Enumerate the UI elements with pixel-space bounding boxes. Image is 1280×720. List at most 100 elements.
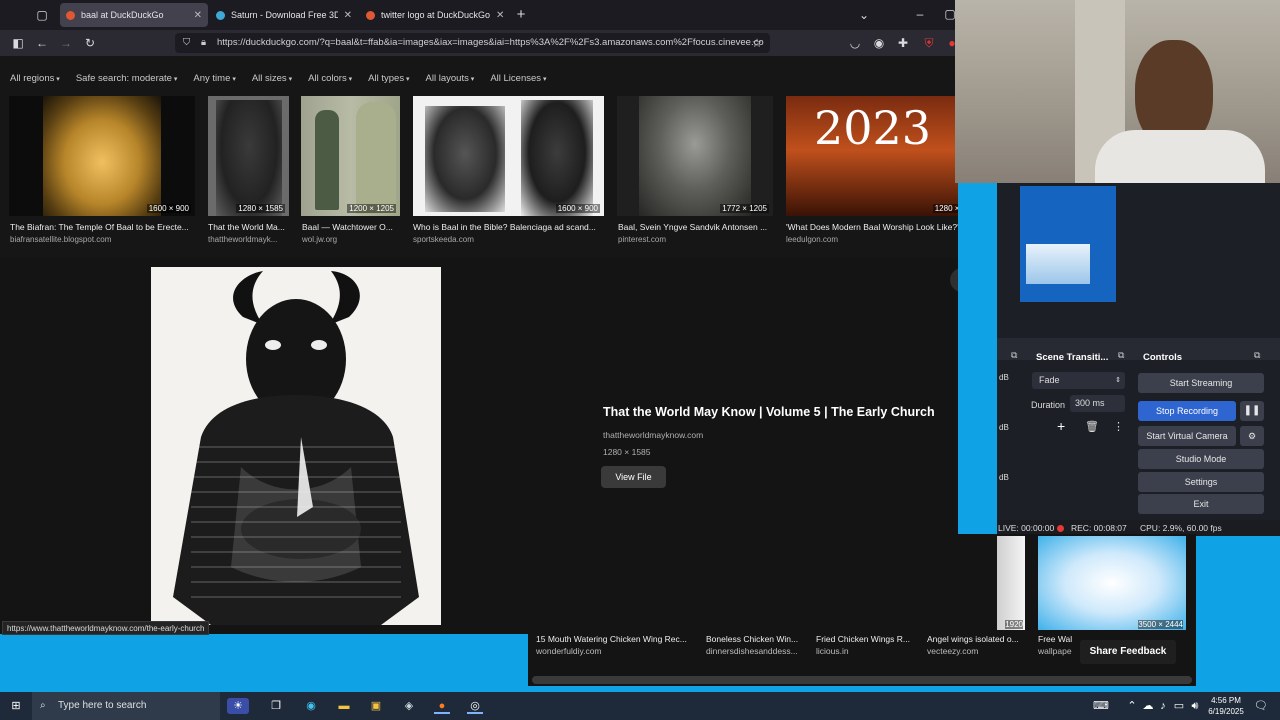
settings-button[interactable]: Settings bbox=[1138, 472, 1264, 492]
result-title[interactable]: Baal, Svein Yngve Sandvik Antonsen ... bbox=[618, 222, 767, 232]
angel-wings-thumb[interactable]: 3500 × 2444 bbox=[1038, 536, 1186, 630]
firefox-icon[interactable]: ● bbox=[434, 698, 450, 714]
result-caption[interactable]: Baal, Svein Yngve Sandvik Antonsen ... pi… bbox=[618, 222, 776, 244]
tab-saturn[interactable]: Saturn - Download Free 3D mo ✕ bbox=[210, 3, 358, 27]
add-transition-icon[interactable]: + bbox=[1057, 418, 1065, 434]
filter-licenses[interactable]: All Licenses bbox=[480, 64, 552, 94]
notifications-icon[interactable]: 🗨︎ bbox=[1253, 698, 1269, 714]
share-feedback-button[interactable]: Share Feedback bbox=[1080, 640, 1176, 664]
extensions-icon[interactable]: ✚ bbox=[895, 35, 911, 51]
horizontal-scrollbar[interactable] bbox=[532, 676, 1192, 684]
studio-mode-button[interactable]: Studio Mode bbox=[1138, 449, 1264, 469]
minimize-icon[interactable]: – bbox=[912, 6, 928, 22]
cloud-icon[interactable]: ☁ bbox=[1140, 698, 1156, 714]
new-tab-icon[interactable]: + bbox=[513, 7, 529, 23]
filter-colors[interactable]: All colors bbox=[298, 64, 358, 94]
result-title[interactable]: 'What Does Modern Baal Worship Look Like… bbox=[786, 222, 958, 232]
result-thumb-watchtower[interactable]: 1200 × 1205 bbox=[301, 96, 400, 216]
clock[interactable]: 4:56 PM 6/19/2025 bbox=[1203, 695, 1249, 717]
pocket-icon[interactable]: ◡ bbox=[847, 35, 863, 51]
result-title[interactable]: Free Wal bbox=[1038, 634, 1072, 644]
store-icon[interactable]: ▣ bbox=[368, 698, 384, 714]
close-detail-button[interactable]: × bbox=[950, 268, 958, 292]
app-icon[interactable]: ◈ bbox=[401, 698, 417, 714]
windows-start-icon[interactable]: ⊞ bbox=[8, 698, 24, 714]
taskbar-search[interactable]: ⌕ Type here to search bbox=[32, 692, 220, 720]
tab-twitter-logo[interactable]: twitter logo at DuckDuckGo ✕ bbox=[360, 3, 508, 27]
virtual-camera-settings-button[interactable]: ⚙ bbox=[1240, 426, 1264, 446]
duration-field[interactable]: 300 ms bbox=[1070, 395, 1125, 412]
filter-layouts[interactable]: All layouts bbox=[416, 64, 481, 94]
filter-regions[interactable]: All regions bbox=[0, 64, 66, 94]
obs-icon[interactable]: ◎ bbox=[467, 698, 483, 714]
bookmark-star-icon[interactable]: ☆ bbox=[749, 35, 765, 51]
view-file-button[interactable]: View File bbox=[601, 466, 666, 488]
stop-recording-button[interactable]: Stop Recording bbox=[1138, 401, 1236, 421]
filter-time[interactable]: Any time bbox=[183, 64, 241, 94]
close-tab-icon[interactable]: ✕ bbox=[490, 10, 504, 21]
angel-wing-thumb-partial[interactable]: 1920 bbox=[997, 536, 1025, 630]
undock-icon[interactable]: ⧉ bbox=[1254, 350, 1260, 361]
detail-site[interactable]: thattheworldmayknow.com bbox=[603, 430, 703, 440]
volume-icon[interactable]: 🔊︎ bbox=[1187, 698, 1203, 714]
filter-safe-search[interactable]: Safe search: moderate bbox=[66, 64, 184, 94]
result-thumb-leedulgon[interactable]: 2023 1280 × 720 bbox=[786, 96, 958, 216]
strip-caption[interactable]: Angel wings isolated o... vecteezy.com bbox=[927, 634, 1027, 656]
strip-caption[interactable]: 15 Mouth Watering Chicken Wing Rec... won… bbox=[536, 634, 696, 656]
selected-image[interactable] bbox=[151, 267, 441, 625]
tab-list-icon[interactable]: ▢ bbox=[34, 7, 50, 23]
close-tab-icon[interactable]: ✕ bbox=[338, 10, 352, 21]
shield-icon[interactable]: ⛉ bbox=[183, 33, 190, 53]
result-thumb-world[interactable]: 1280 × 1585 bbox=[208, 96, 289, 216]
strip-caption[interactable]: Boneless Chicken Win... dinnersdishesandd… bbox=[706, 634, 806, 656]
result-caption[interactable]: Who is Baal in the Bible? Balenciaga ad … bbox=[413, 222, 606, 244]
result-thumb-pinterest[interactable]: 1772 × 1205 bbox=[617, 96, 773, 216]
strip-caption[interactable]: Free Wal wallpape bbox=[1038, 634, 1078, 656]
transition-select[interactable]: Fade ⇕ bbox=[1032, 372, 1125, 389]
keyboard-icon[interactable]: ⌨ bbox=[1093, 698, 1109, 714]
undock-icon[interactable]: ⧉ bbox=[1118, 350, 1124, 361]
forward-icon[interactable]: → bbox=[58, 35, 74, 51]
url-bar[interactable]: ⛉ 🔒︎ https://duckduckgo.com/?q=baal&t=ff… bbox=[175, 33, 770, 53]
result-thumb-biafran[interactable]: 1600 × 900 bbox=[9, 96, 195, 216]
result-caption[interactable]: 'What Does Modern Baal Worship Look Like… bbox=[786, 222, 958, 244]
undock-icon[interactable]: ⧉ bbox=[1011, 350, 1017, 361]
result-title[interactable]: Fried Chicken Wings R... bbox=[816, 634, 910, 644]
account-icon[interactable]: ◉ bbox=[871, 35, 887, 51]
reload-icon[interactable]: ↻ bbox=[82, 35, 98, 51]
result-caption[interactable]: That the World Ma... thattheworldmayk... bbox=[208, 222, 292, 244]
strip-caption[interactable]: Fried Chicken Wings R... licious.in bbox=[816, 634, 918, 656]
back-icon[interactable]: ← bbox=[34, 35, 50, 51]
network-icon[interactable]: ▭ bbox=[1171, 698, 1187, 714]
exit-button[interactable]: Exit bbox=[1138, 494, 1264, 514]
filter-types[interactable]: All types bbox=[358, 64, 415, 94]
result-caption[interactable]: Baal — Watchtower O... wol.jw.org bbox=[302, 222, 402, 244]
result-caption[interactable]: The Biafran: The Temple Of Baal to be Er… bbox=[10, 222, 196, 244]
edge-icon[interactable]: ◉ bbox=[303, 698, 319, 714]
file-explorer-icon[interactable]: ▬ bbox=[336, 698, 352, 714]
result-title[interactable]: 15 Mouth Watering Chicken Wing Rec... bbox=[536, 634, 687, 644]
sidebar-icon[interactable]: ◧ bbox=[10, 35, 26, 51]
tray-chevron-icon[interactable]: ⌃ bbox=[1124, 698, 1140, 714]
start-streaming-button[interactable]: Start Streaming bbox=[1138, 373, 1264, 393]
result-title[interactable]: Baal — Watchtower O... bbox=[302, 222, 393, 232]
tab-baal[interactable]: baal at DuckDuckGo ✕ bbox=[60, 3, 208, 27]
more-options-icon[interactable]: ⋮ bbox=[1113, 420, 1124, 433]
detail-title[interactable]: That the World May Know | Volume 5 | The… bbox=[603, 405, 935, 419]
close-tab-icon[interactable]: ✕ bbox=[188, 10, 202, 21]
list-all-tabs-icon[interactable]: ⌄ bbox=[856, 7, 872, 23]
result-thumb-sportskeeda[interactable]: 1600 × 900 bbox=[413, 96, 604, 216]
pause-recording-button[interactable]: ❚❚ bbox=[1240, 401, 1264, 421]
ublock-icon[interactable]: ⛨ bbox=[921, 35, 937, 51]
filter-sizes[interactable]: All sizes bbox=[242, 64, 298, 94]
weather-widget-icon[interactable]: ☀ bbox=[227, 698, 249, 714]
result-title[interactable]: The Biafran: The Temple Of Baal to be Er… bbox=[10, 222, 189, 232]
result-title[interactable]: Boneless Chicken Win... bbox=[706, 634, 798, 644]
task-view-icon[interactable]: ❐ bbox=[268, 698, 284, 714]
result-title[interactable]: Angel wings isolated o... bbox=[927, 634, 1019, 644]
start-virtual-camera-button[interactable]: Start Virtual Camera bbox=[1138, 426, 1236, 446]
result-title[interactable]: That the World Ma... bbox=[208, 222, 285, 232]
trash-icon[interactable]: 🗑︎ bbox=[1085, 420, 1099, 433]
result-title[interactable]: Who is Baal in the Bible? Balenciaga ad … bbox=[413, 222, 596, 232]
microphone-icon[interactable]: ♪ bbox=[1155, 698, 1171, 714]
